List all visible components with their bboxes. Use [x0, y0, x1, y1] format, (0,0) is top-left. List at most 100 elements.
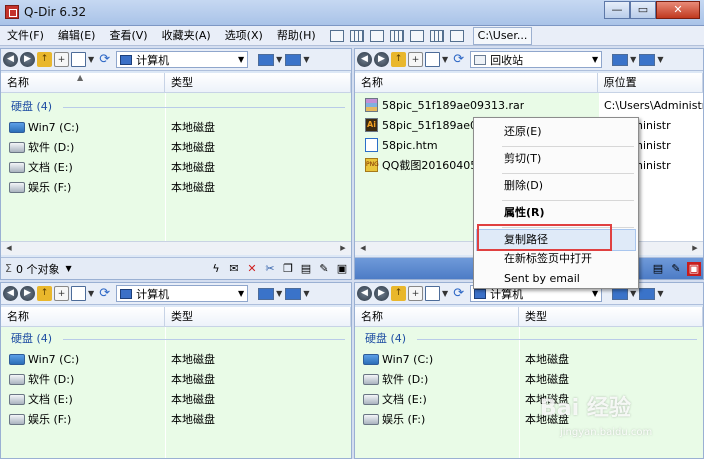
- scroll-left-icon[interactable]: ◀: [3, 243, 15, 254]
- up-folder-icon[interactable]: ↑: [391, 286, 406, 301]
- back-icon[interactable]: ◀: [3, 52, 18, 67]
- new-folder-icon[interactable]: +: [54, 52, 69, 67]
- window-icon[interactable]: [409, 29, 424, 42]
- chevron-down-icon[interactable]: ▼: [235, 289, 247, 298]
- address-bar[interactable]: 计算机 ▼: [116, 285, 249, 302]
- horizontal-scrollbar[interactable]: ◀ ▶: [1, 241, 351, 255]
- group-header[interactable]: 硬盘 (4): [11, 99, 52, 115]
- header-name[interactable]: 名称: [355, 307, 519, 327]
- chevron-down-icon[interactable]: ▼: [303, 55, 309, 64]
- menu-options[interactable]: 选项(X): [218, 26, 270, 46]
- pane-icon[interactable]: [369, 29, 384, 42]
- header-name[interactable]: 名称: [355, 73, 598, 93]
- minimize-button[interactable]: —: [604, 1, 630, 19]
- refresh-icon[interactable]: ⟳: [97, 52, 112, 67]
- settings-icon[interactable]: [449, 29, 464, 42]
- chevron-down-icon[interactable]: ▼: [276, 289, 282, 298]
- list-item[interactable]: 娱乐 (F:) 本地磁盘: [1, 177, 351, 197]
- back-icon[interactable]: ◀: [357, 286, 372, 301]
- group-header[interactable]: 硬盘 (4): [11, 331, 52, 347]
- scroll-right-icon[interactable]: ▶: [337, 243, 349, 254]
- chevron-down-icon[interactable]: ▼: [276, 55, 282, 64]
- menu-item-restore[interactable]: 还原(E): [476, 121, 636, 143]
- chevron-down-icon[interactable]: ▼: [630, 55, 636, 64]
- frame-icon[interactable]: ▣: [335, 262, 349, 276]
- chevron-down-icon[interactable]: ▼: [442, 289, 448, 298]
- list-item[interactable]: 软件 (D:) 本地磁盘: [1, 137, 351, 157]
- list-item[interactable]: Win7 (C:) 本地磁盘: [1, 117, 351, 137]
- chevron-down-icon[interactable]: ▼: [303, 289, 309, 298]
- header-name[interactable]: 名称 ▲: [1, 73, 165, 93]
- mail-icon[interactable]: ✉: [227, 262, 241, 276]
- copy-icon[interactable]: ❐: [281, 262, 295, 276]
- menu-item-open-new-tab[interactable]: 在新标签页中打开: [476, 248, 636, 270]
- paste-icon[interactable]: ▤: [651, 262, 665, 276]
- list-item[interactable]: 文档 (E:) 本地磁盘: [355, 389, 703, 409]
- close-button[interactable]: ✕: [656, 1, 700, 19]
- refresh-icon[interactable]: ⟳: [451, 286, 466, 301]
- list-item[interactable]: 文档 (E:) 本地磁盘: [1, 157, 351, 177]
- chevron-down-icon[interactable]: ▼: [235, 55, 247, 64]
- header-name[interactable]: 名称: [1, 307, 165, 327]
- forward-icon[interactable]: ▶: [374, 52, 389, 67]
- object-count[interactable]: 0 个对象: [16, 261, 60, 277]
- menu-favorites[interactable]: 收藏夹(A): [155, 26, 218, 46]
- address-bar[interactable]: 回收站 ▼: [470, 51, 603, 68]
- forward-icon[interactable]: ▶: [374, 286, 389, 301]
- menu-file[interactable]: 文件(F): [0, 26, 51, 46]
- chevron-down-icon[interactable]: ▼: [657, 55, 663, 64]
- group-header[interactable]: 硬盘 (4): [365, 331, 406, 347]
- back-icon[interactable]: ◀: [357, 52, 372, 67]
- edit-icon[interactable]: ✎: [669, 262, 683, 276]
- list-item[interactable]: 娱乐 (F:) 本地磁盘: [1, 409, 351, 429]
- chevron-down-icon[interactable]: ▼: [65, 264, 71, 273]
- scroll-right-icon[interactable]: ▶: [689, 243, 701, 254]
- maximize-button[interactable]: ▭: [630, 1, 656, 19]
- menu-item-cut[interactable]: 剪切(T): [476, 148, 636, 170]
- list-item[interactable]: 娱乐 (F:) 本地磁盘: [355, 409, 703, 429]
- new-folder-icon[interactable]: +: [408, 286, 423, 301]
- list-item[interactable]: 软件 (D:) 本地磁盘: [355, 369, 703, 389]
- monitor-icon[interactable]: [258, 53, 275, 66]
- list-item[interactable]: Win7 (C:) 本地磁盘: [1, 349, 351, 369]
- back-icon[interactable]: ◀: [3, 286, 18, 301]
- list-item[interactable]: 文档 (E:) 本地磁盘: [1, 389, 351, 409]
- layout-icon[interactable]: [329, 29, 344, 42]
- layout-icon[interactable]: [639, 287, 656, 300]
- menu-item-properties[interactable]: 属性(R): [476, 202, 636, 224]
- menu-edit[interactable]: 编辑(E): [51, 26, 103, 46]
- layout-icon[interactable]: [285, 287, 302, 300]
- menu-view[interactable]: 查看(V): [102, 26, 154, 46]
- refresh-icon[interactable]: ⟳: [451, 52, 466, 67]
- forward-icon[interactable]: ▶: [20, 286, 35, 301]
- new-folder-icon[interactable]: +: [54, 286, 69, 301]
- forward-icon[interactable]: ▶: [20, 52, 35, 67]
- address-bar[interactable]: 计算机 ▼: [116, 51, 249, 68]
- list-item[interactable]: Win7 (C:) 本地磁盘: [355, 349, 703, 369]
- delete-icon[interactable]: ✕: [245, 262, 259, 276]
- columns-icon[interactable]: [389, 29, 404, 42]
- monitor-icon[interactable]: [258, 287, 275, 300]
- chevron-down-icon[interactable]: ▼: [442, 55, 448, 64]
- layout-icon[interactable]: [285, 53, 302, 66]
- up-folder-icon[interactable]: ↑: [37, 286, 52, 301]
- chevron-down-icon[interactable]: ▼: [88, 289, 94, 298]
- header-original-location[interactable]: 原位置: [598, 73, 703, 93]
- cut-icon[interactable]: ✂: [263, 262, 277, 276]
- view-mode-icon[interactable]: [425, 52, 440, 67]
- menu-item-send-email[interactable]: Sent by email: [476, 268, 636, 290]
- chevron-down-icon[interactable]: ▼: [589, 55, 601, 64]
- new-folder-icon[interactable]: +: [408, 52, 423, 67]
- header-type[interactable]: 类型: [165, 307, 351, 327]
- list-item[interactable]: 软件 (D:) 本地磁盘: [1, 369, 351, 389]
- scroll-left-icon[interactable]: ◀: [357, 243, 369, 254]
- refresh-icon[interactable]: ⟳: [97, 286, 112, 301]
- layout-icon[interactable]: [639, 53, 656, 66]
- monitor-icon[interactable]: [612, 53, 629, 66]
- chevron-down-icon[interactable]: ▼: [630, 289, 636, 298]
- view-mode-icon[interactable]: [71, 52, 86, 67]
- view-mode-icon[interactable]: [71, 286, 86, 301]
- chevron-down-icon[interactable]: ▼: [589, 289, 601, 298]
- list-item[interactable]: 58pic_51f189ae09313.rar C:\Users\Adminis…: [355, 95, 703, 115]
- grid-icon[interactable]: [349, 29, 364, 42]
